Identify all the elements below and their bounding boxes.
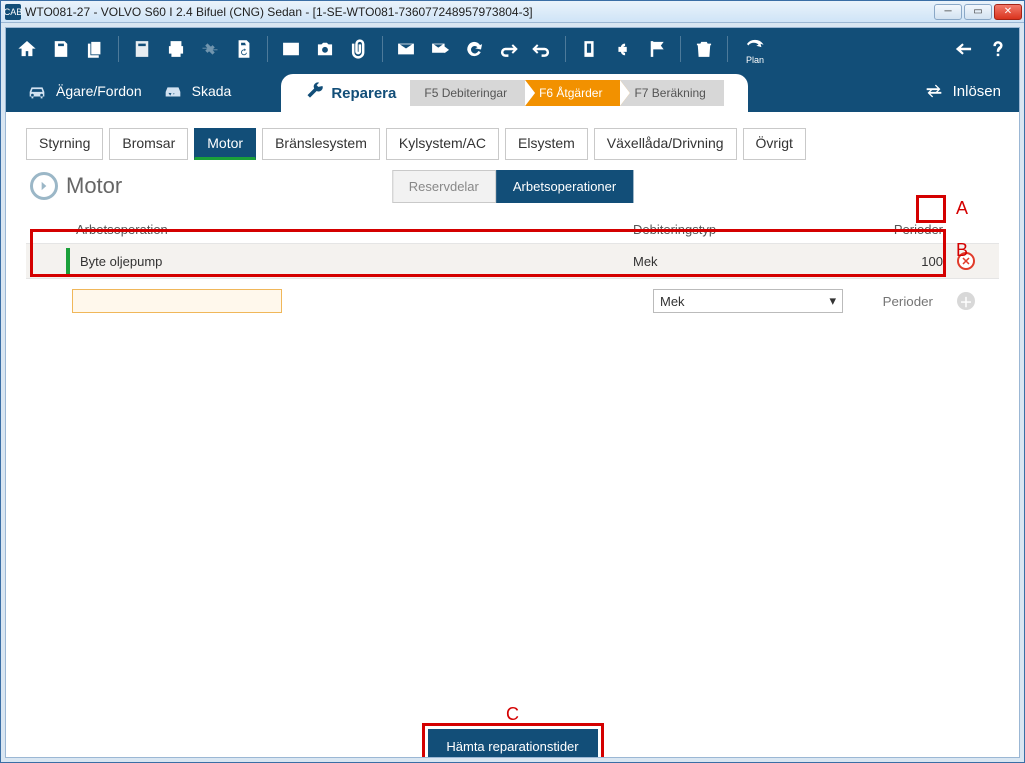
- copy-icon[interactable]: [78, 32, 112, 66]
- main-toolbar: Plan: [6, 28, 1019, 70]
- maximize-button[interactable]: ▭: [964, 4, 992, 20]
- status-bar-icon: [66, 248, 70, 274]
- attachment-icon[interactable]: [342, 32, 376, 66]
- step-f5-label: F5 Debiteringar: [424, 86, 507, 100]
- operations-table: Arbetsoperation Debiteringstyp Perioder …: [26, 216, 999, 323]
- app-window: CAB WTO081-27 - VOLVO S60 I 2.4 Bifuel (…: [0, 0, 1025, 763]
- step-f6-label: F6 Åtgärder: [539, 86, 602, 100]
- mail-send-icon[interactable]: [423, 32, 457, 66]
- bottom-area: C Hämta reparationstider: [26, 704, 999, 747]
- device-icon[interactable]: [572, 32, 606, 66]
- window-title: WTO081-27 - VOLVO S60 I 2.4 Bifuel (CNG)…: [25, 5, 934, 19]
- car-icon: [26, 80, 48, 102]
- trash-icon[interactable]: [687, 32, 721, 66]
- charge-type-selected: Mek: [660, 294, 685, 309]
- nav-repair-section: Reparera F5 Debiteringar F6 Åtgärder: [281, 74, 748, 112]
- add-row-button[interactable]: ＋: [957, 292, 975, 310]
- section-heading: Motor: [66, 173, 122, 199]
- tab-branslesystem[interactable]: Bränslesystem: [262, 128, 380, 160]
- delete-row-button[interactable]: ✕: [957, 252, 975, 270]
- swap-icon: [923, 80, 945, 102]
- tab-vaxellada[interactable]: Växellåda/Drivning: [594, 128, 737, 160]
- tab-elsystem[interactable]: Elsystem: [505, 128, 588, 160]
- nav-damage[interactable]: Skada: [162, 80, 232, 102]
- table-input-row: Mek ▾ ＋: [26, 279, 999, 323]
- back-icon[interactable]: [947, 32, 981, 66]
- calculator-icon[interactable]: [125, 32, 159, 66]
- step-f7-label: F7 Beräkning: [634, 86, 705, 100]
- tab-motor[interactable]: Motor: [194, 128, 256, 160]
- step-pills: F5 Debiteringar F6 Åtgärder F7 Beräkning: [410, 80, 723, 106]
- fetch-repair-times-button[interactable]: Hämta reparationstider: [428, 729, 598, 758]
- nav-owner-vehicle[interactable]: Ägare/Fordon: [26, 80, 142, 102]
- damage-icon: [162, 80, 184, 102]
- periods-input[interactable]: [853, 289, 933, 313]
- client-area: Plan Ägare/Fordon Skada: [5, 27, 1020, 758]
- tab-kylsystem[interactable]: Kylsystem/AC: [386, 128, 499, 160]
- edit-image-icon[interactable]: [274, 32, 308, 66]
- nav-redeem[interactable]: Inlösen: [911, 70, 1019, 112]
- plan-button[interactable]: Plan: [734, 32, 776, 66]
- close-button[interactable]: ✕: [994, 4, 1022, 20]
- help-icon[interactable]: [981, 32, 1015, 66]
- subtab-spare-parts[interactable]: Reservdelar: [392, 170, 496, 203]
- forward-circle-icon[interactable]: [30, 172, 58, 200]
- step-f7[interactable]: F7 Beräkning: [620, 80, 723, 106]
- step-f5[interactable]: F5 Debiteringar: [410, 80, 525, 106]
- tab-bromsar[interactable]: Bromsar: [109, 128, 188, 160]
- table-row: Byte oljepump Mek 100 ✕: [26, 244, 999, 279]
- charge-type-select[interactable]: Mek ▾: [653, 289, 843, 313]
- mail-dropdown-icon[interactable]: [389, 32, 423, 66]
- print-icon[interactable]: [159, 32, 193, 66]
- workspace: Styrning Bromsar Motor Bränslesystem Kyl…: [6, 112, 1019, 757]
- category-tabs: Styrning Bromsar Motor Bränslesystem Kyl…: [26, 128, 999, 160]
- nav-damage-label: Skada: [192, 83, 232, 99]
- col-header-operation: Arbetsoperation: [76, 222, 633, 237]
- nav-repair-label: Reparera: [331, 85, 396, 102]
- nav-owner-vehicle-label: Ägare/Fordon: [56, 83, 142, 99]
- minimize-button[interactable]: ─: [934, 4, 962, 20]
- document-refresh-icon[interactable]: [227, 32, 261, 66]
- arrows-collapse-icon[interactable]: [193, 32, 227, 66]
- cell-periods: 100: [843, 254, 943, 269]
- cell-operation: Byte oljepump: [72, 254, 633, 269]
- tab-ovrigt[interactable]: Övrigt: [743, 128, 806, 160]
- subtab-operations[interactable]: Arbetsoperationer: [496, 170, 633, 203]
- undo-icon[interactable]: [525, 32, 559, 66]
- annotation-label-c: C: [506, 704, 519, 725]
- sync-icon[interactable]: [457, 32, 491, 66]
- wrench-icon: [305, 81, 325, 106]
- home-icon[interactable]: [10, 32, 44, 66]
- titlebar: CAB WTO081-27 - VOLVO S60 I 2.4 Bifuel (…: [1, 1, 1024, 23]
- flag-icon[interactable]: [640, 32, 674, 66]
- redo-icon[interactable]: [491, 32, 525, 66]
- table-header: Arbetsoperation Debiteringstyp Perioder: [26, 216, 999, 244]
- heading-row: Motor Reservdelar Arbetsoperationer: [26, 172, 999, 200]
- chevron-down-icon: ▾: [829, 293, 836, 309]
- step-f6[interactable]: F6 Åtgärder: [525, 80, 620, 106]
- nav-redeem-label: Inlösen: [953, 83, 1001, 100]
- nav-bar: Ägare/Fordon Skada Reparera F5 Debiterin…: [6, 70, 1019, 112]
- operation-input[interactable]: [72, 289, 282, 313]
- col-header-charge-type: Debiteringstyp: [633, 222, 843, 237]
- save-icon[interactable]: [44, 32, 78, 66]
- cell-charge-type: Mek: [633, 254, 843, 269]
- tab-styrning[interactable]: Styrning: [26, 128, 103, 160]
- currency-icon[interactable]: [606, 32, 640, 66]
- col-header-periods: Perioder: [843, 222, 943, 237]
- app-icon: CAB: [5, 4, 21, 20]
- camera-icon[interactable]: [308, 32, 342, 66]
